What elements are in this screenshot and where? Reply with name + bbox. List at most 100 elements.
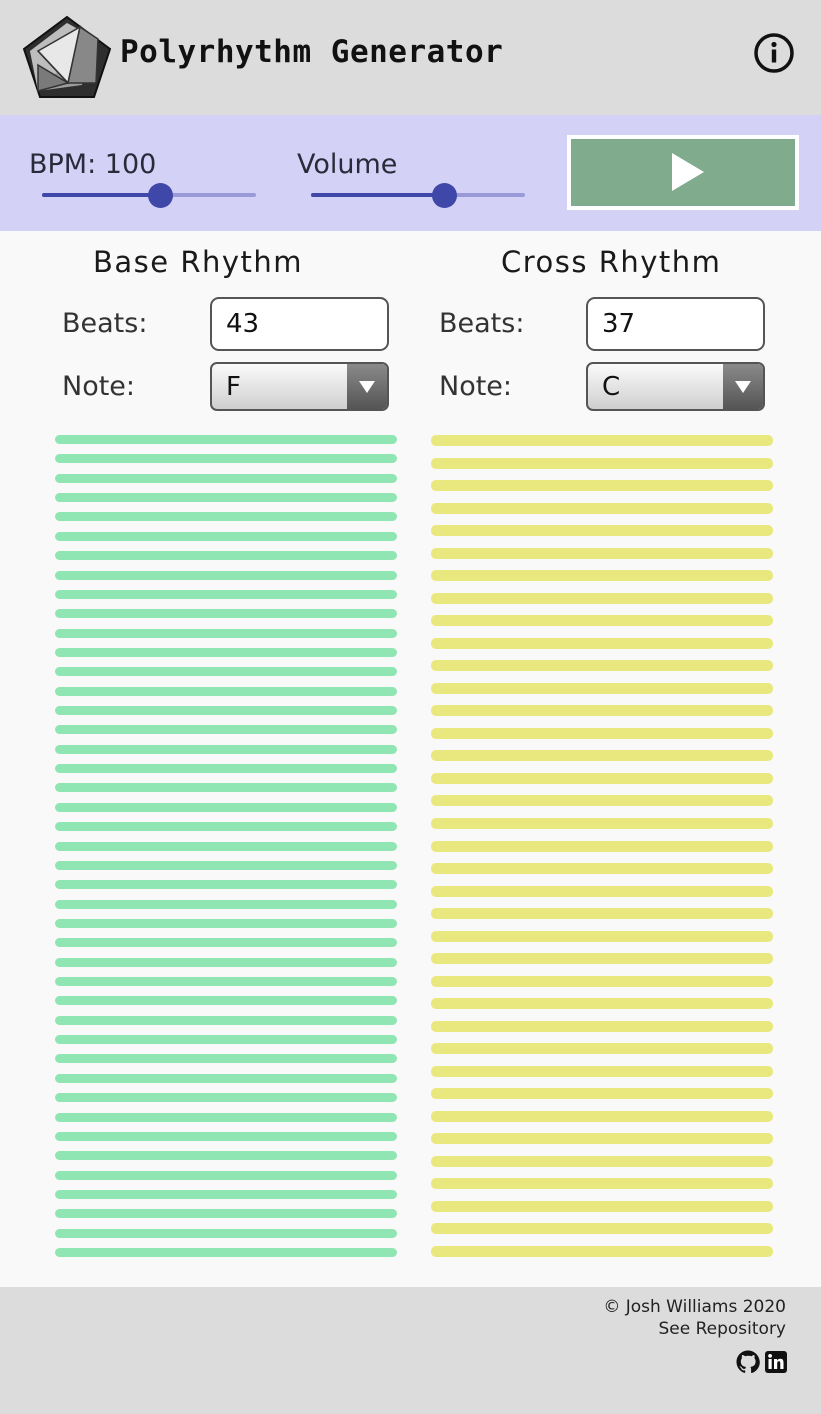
cross-rhythm-title: Cross Rhythm <box>501 245 722 279</box>
cross-beat-bar <box>431 525 773 536</box>
chevron-down-icon <box>735 381 751 393</box>
app-title: Polyrhythm Generator <box>120 34 504 70</box>
cross-beat-bar <box>431 1246 773 1257</box>
base-beat-bar <box>55 783 397 792</box>
base-note-value: F <box>226 372 241 402</box>
linkedin-icon[interactable] <box>764 1350 788 1374</box>
cross-beat-bar <box>431 570 773 581</box>
cross-beat-bar <box>431 863 773 874</box>
base-beat-bar <box>55 493 397 502</box>
base-beat-bar <box>55 667 397 676</box>
info-icon[interactable] <box>753 32 795 74</box>
base-beat-bar <box>55 1171 397 1180</box>
cross-beat-bar <box>431 931 773 942</box>
base-beat-bar <box>55 571 397 580</box>
cross-beat-bar <box>431 705 773 716</box>
cross-beat-bar <box>431 593 773 604</box>
cross-beat-bar <box>431 1133 773 1144</box>
base-beat-bar <box>55 764 397 773</box>
cross-beat-bar <box>431 1178 773 1189</box>
base-beat-bar <box>55 648 397 657</box>
play-button[interactable] <box>567 135 799 210</box>
cross-beat-bar <box>431 1066 773 1077</box>
base-beat-bar <box>55 1074 397 1083</box>
base-beat-bar <box>55 996 397 1005</box>
volume-slider[interactable] <box>311 183 525 208</box>
cross-beat-bar <box>431 660 773 671</box>
footer: © Josh Williams 2020 See Repository <box>0 1287 821 1414</box>
cross-beat-bar <box>431 1111 773 1122</box>
base-beat-bar <box>55 512 397 521</box>
base-beat-bar <box>55 474 397 483</box>
cross-beat-bar <box>431 548 773 559</box>
bpm-label: BPM: 100 <box>29 149 157 180</box>
pentagon-logo-icon <box>22 15 112 98</box>
base-beat-bar <box>55 842 397 851</box>
base-beat-bar <box>55 977 397 986</box>
cross-beat-bar <box>431 1021 773 1032</box>
base-note-label: Note: <box>62 371 136 402</box>
base-beat-bar <box>55 1035 397 1044</box>
bpm-slider-thumb[interactable] <box>148 183 173 208</box>
base-beat-bar <box>55 551 397 560</box>
base-beat-bar <box>55 1132 397 1141</box>
cross-beat-bar <box>431 1201 773 1212</box>
cross-note-value: C <box>602 372 621 402</box>
base-beat-bar <box>55 609 397 618</box>
cross-beat-bar <box>431 1223 773 1234</box>
base-beat-bar <box>55 1248 397 1257</box>
volume-slider-thumb[interactable] <box>432 183 457 208</box>
bpm-slider-fill <box>42 193 160 197</box>
cross-beat-bar <box>431 1156 773 1167</box>
cross-beat-bar <box>431 773 773 784</box>
cross-beat-bar <box>431 1088 773 1099</box>
base-beat-bar <box>55 1113 397 1122</box>
base-beat-bar <box>55 745 397 754</box>
cross-beat-bar <box>431 795 773 806</box>
cross-beat-bar <box>431 435 773 446</box>
base-beat-bar <box>55 900 397 909</box>
base-beat-bar <box>55 706 397 715</box>
base-beat-bar <box>55 1209 397 1218</box>
cross-beat-bar <box>431 480 773 491</box>
chevron-down-icon <box>359 381 375 393</box>
base-beat-bar <box>55 803 397 812</box>
cross-beat-bar <box>431 1043 773 1054</box>
base-beat-bar <box>55 1016 397 1025</box>
base-beat-bar <box>55 1054 397 1063</box>
base-beat-bar <box>55 861 397 870</box>
header: Polyrhythm Generator <box>0 0 821 115</box>
controls-bar: BPM: 100 Volume <box>0 115 821 231</box>
copyright-text: © Josh Williams 2020 <box>603 1297 786 1317</box>
cross-note-select[interactable]: C <box>586 362 765 411</box>
base-beats-input[interactable] <box>210 297 389 351</box>
base-beat-bar <box>55 919 397 928</box>
play-icon <box>672 153 704 191</box>
cross-beat-bar <box>431 750 773 761</box>
base-note-dropdown[interactable] <box>347 364 387 409</box>
base-beat-bar <box>55 454 397 463</box>
base-beat-bar <box>55 629 397 638</box>
cross-beat-bar <box>431 638 773 649</box>
cross-beat-bar <box>431 683 773 694</box>
base-beat-bar <box>55 687 397 696</box>
cross-beat-bar <box>431 953 773 964</box>
volume-slider-fill <box>311 193 444 197</box>
repository-link[interactable]: See Repository <box>658 1319 786 1339</box>
base-note-select[interactable]: F <box>210 362 389 411</box>
cross-note-label: Note: <box>439 371 513 402</box>
cross-beats-input[interactable] <box>586 297 765 351</box>
volume-label: Volume <box>297 149 398 180</box>
bpm-slider[interactable] <box>42 183 256 208</box>
base-beat-bar <box>55 1229 397 1238</box>
base-beat-bar <box>55 1093 397 1102</box>
cross-beat-bar <box>431 976 773 987</box>
cross-beat-bar <box>431 615 773 626</box>
github-icon[interactable] <box>736 1350 760 1374</box>
base-beat-bar <box>55 590 397 599</box>
base-beat-bar <box>55 958 397 967</box>
base-beat-bar <box>55 822 397 831</box>
base-beat-bar <box>55 1151 397 1160</box>
cross-beat-bar <box>431 728 773 739</box>
cross-note-dropdown[interactable] <box>723 364 763 409</box>
